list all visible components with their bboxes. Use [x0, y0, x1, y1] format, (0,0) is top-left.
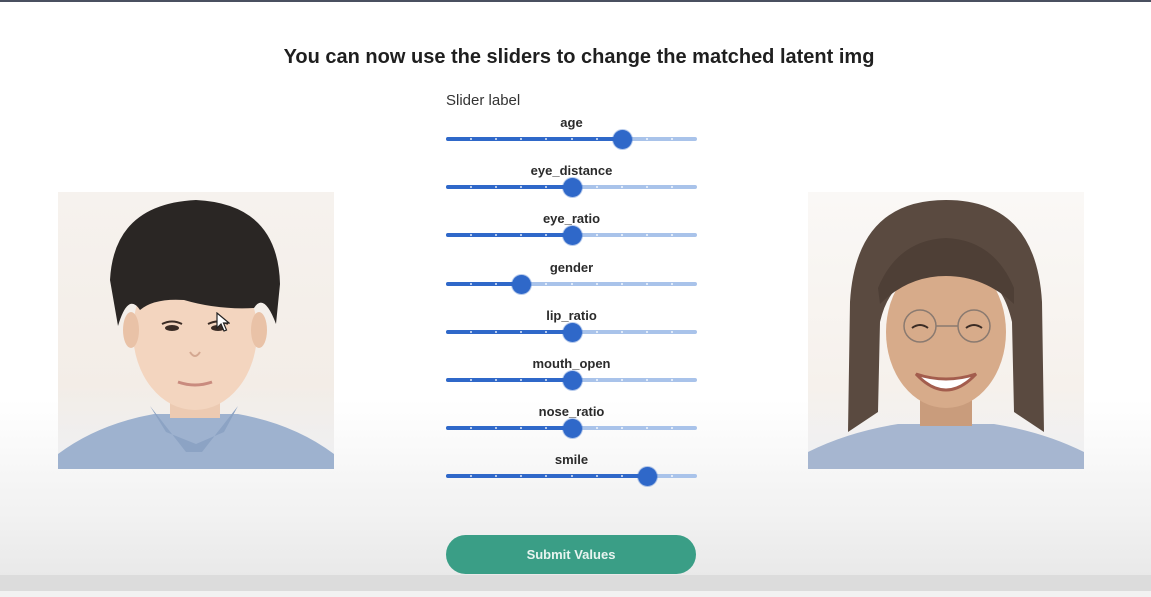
- slider-fill: [446, 185, 572, 190]
- slider-lip-ratio: lip_ratio: [446, 308, 697, 356]
- slider-tick: [470, 282, 473, 285]
- slider-tick: [670, 475, 673, 478]
- slider-tick: [620, 234, 623, 237]
- slider-mouth-open: mouth_open: [446, 356, 697, 404]
- mouse-pointer-icon: [216, 312, 230, 332]
- slider-fill: [446, 329, 572, 334]
- slider-tick: [620, 282, 623, 285]
- slider-name: smile: [554, 452, 589, 468]
- slider-tick: [670, 138, 673, 140]
- slider-gender: gender: [446, 260, 697, 308]
- slider-tick: [620, 379, 623, 381]
- slider-name: lip_ratio: [546, 307, 597, 323]
- slider-tick: [645, 138, 648, 140]
- slider-tick: [495, 282, 498, 285]
- slider-fill: [446, 233, 572, 238]
- slider-fill: [446, 378, 572, 382]
- source-face-image: [58, 192, 334, 469]
- slider-thumb[interactable]: [512, 274, 532, 294]
- slider-name: eye_distance: [530, 163, 613, 179]
- slider-tick: [595, 330, 598, 333]
- slider-tick: [570, 138, 573, 140]
- slider-age: age: [446, 115, 697, 163]
- slider-name: age: [560, 115, 583, 130]
- slider-tick: [595, 282, 598, 285]
- slider-eye-distance: eye_distance: [446, 163, 697, 211]
- slider-tick: [645, 330, 648, 333]
- slider-thumb[interactable]: [612, 130, 632, 149]
- slider-tick: [670, 379, 673, 381]
- slider-tick: [670, 282, 673, 285]
- source-face-illustration: [58, 200, 334, 469]
- slider-thumb[interactable]: [637, 467, 657, 487]
- slider-tick: [595, 186, 598, 189]
- slider-thumb[interactable]: [562, 226, 582, 246]
- slider-thumb[interactable]: [562, 419, 582, 439]
- slider-track[interactable]: [446, 281, 697, 286]
- slider-tick: [620, 330, 623, 333]
- slider-smile: smile: [446, 452, 697, 500]
- slider-nose-ratio: nose_ratio: [446, 404, 697, 452]
- slider-thumb[interactable]: [562, 322, 582, 342]
- slider-tick: [670, 234, 673, 237]
- slider-tick: [570, 282, 573, 285]
- slider-track[interactable]: [446, 474, 697, 479]
- slider-tick: [645, 186, 648, 189]
- slider-tick: [470, 330, 473, 333]
- slider-track[interactable]: [446, 137, 697, 141]
- page-title: You can now use the sliders to change th…: [283, 46, 875, 68]
- slider-name: eye_ratio: [542, 211, 601, 227]
- window-top-border: [0, 0, 1151, 2]
- slider-tick: [595, 427, 598, 430]
- slider-tick: [670, 330, 673, 333]
- slider-tick: [645, 282, 648, 285]
- slider-tick: [670, 186, 673, 189]
- slider-tick: [595, 379, 598, 381]
- slider-thumb[interactable]: [562, 371, 582, 390]
- slider-tick: [595, 138, 598, 140]
- slider-tick: [595, 234, 598, 237]
- slider-fill: [446, 426, 572, 431]
- slider-eye-ratio: eye_ratio: [446, 211, 697, 259]
- bottom-scroll-strip: [0, 575, 1151, 591]
- slider-tick: [545, 282, 548, 285]
- slider-fill: [446, 281, 522, 286]
- slider-tick: [645, 379, 648, 381]
- slider-thumb[interactable]: [562, 178, 582, 198]
- slider-tick: [645, 427, 648, 430]
- matched-face-illustration: [808, 200, 1084, 469]
- slider-name: nose_ratio: [538, 404, 605, 420]
- slider-tick: [645, 234, 648, 237]
- submit-values-button[interactable]: Submit Values: [446, 535, 696, 574]
- slider-name: gender: [549, 259, 594, 275]
- slider-name: mouth_open: [532, 356, 611, 371]
- bottom-edge: [0, 591, 1151, 597]
- slider-tick: [620, 186, 623, 189]
- slider-tick: [670, 427, 673, 430]
- slider-tick: [620, 427, 623, 430]
- slider-label: Slider label: [446, 92, 521, 109]
- matched-latent-image: [808, 192, 1084, 469]
